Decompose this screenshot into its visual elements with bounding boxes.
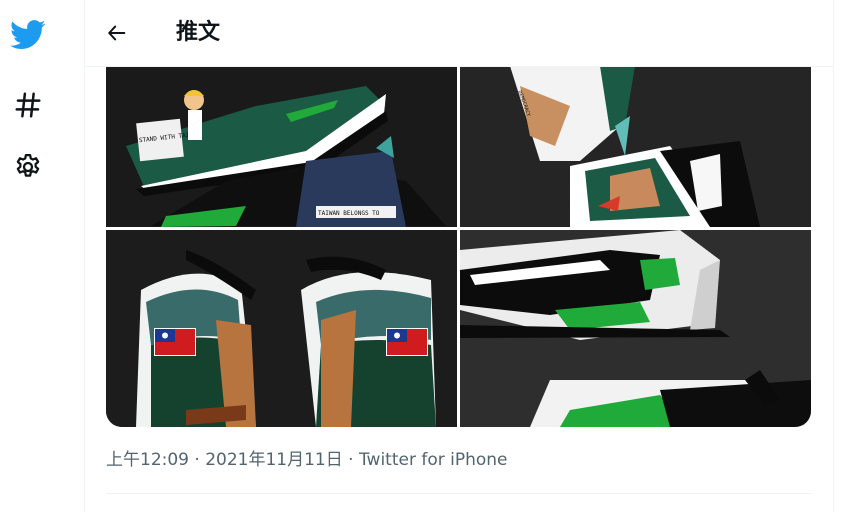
- timestamp-separator: ·: [342, 450, 359, 470]
- tweet-photo-1[interactable]: STAND WITH TAIWAN TAIWAN BELONGS TO: [106, 66, 457, 227]
- sneaker-photo-image: STAND WITH TAIWAN TAIWAN BELONGS TO: [106, 66, 457, 227]
- tweet-timestamp-line: 上午12:09 · 2021年11月11日 · Twitter for iPho…: [106, 448, 508, 472]
- shoe-text-taiwan-belongs: TAIWAN BELONGS TO: [318, 210, 380, 217]
- sidebar-nav: [0, 0, 85, 512]
- page-title: 推文: [176, 20, 221, 45]
- hashtag-icon: [15, 92, 41, 118]
- arrow-left-icon: [108, 25, 126, 41]
- gear-icon: [16, 154, 40, 177]
- right-gutter: [834, 0, 852, 512]
- timestamp-separator: ·: [189, 450, 206, 470]
- twitter-logo-link[interactable]: [6, 13, 50, 57]
- tweet-photo-3[interactable]: [106, 230, 457, 427]
- tweet-time-link[interactable]: 上午12:09: [106, 450, 189, 470]
- sneaker-photo-image: [106, 230, 457, 427]
- explore-button[interactable]: [6, 83, 50, 127]
- tweet-date-link[interactable]: 2021年11月11日: [205, 450, 343, 470]
- sneaker-photo-image: DEMOCRACY: [460, 66, 811, 227]
- twitter-bird-icon: [10, 20, 46, 49]
- page-header: 推文: [85, 0, 833, 67]
- tweet-source-link[interactable]: Twitter for iPhone: [359, 450, 508, 470]
- sneaker-photo-image: [460, 230, 811, 427]
- settings-button[interactable]: [6, 145, 50, 189]
- tweet-media-grid: STAND WITH TAIWAN TAIWAN BELONGS TO DEMO…: [106, 66, 811, 427]
- back-button[interactable]: [99, 15, 135, 51]
- tweet-photo-2[interactable]: DEMOCRACY: [460, 66, 811, 227]
- divider: [106, 493, 812, 494]
- tweet-photo-4[interactable]: [460, 230, 811, 427]
- main-column: 推文 STAND WITH TAIWAN TAIWAN BELONGS TO D…: [85, 0, 834, 512]
